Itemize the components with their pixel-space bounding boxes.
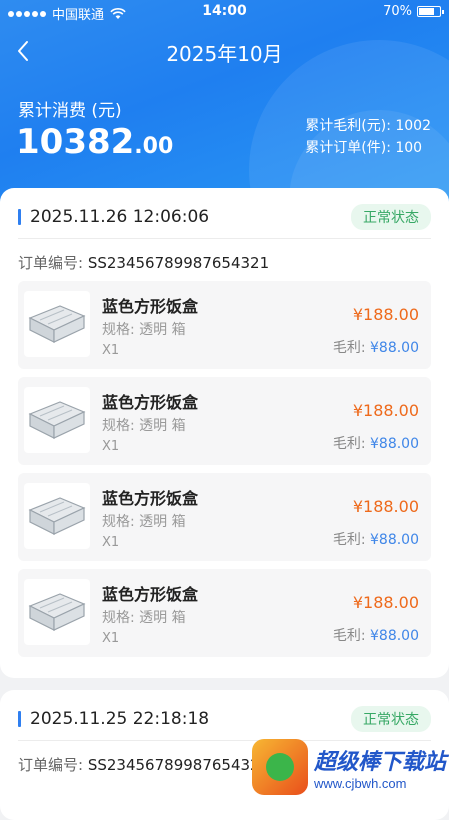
product-item[interactable]: 蓝色方形饭盒 规格: 透明 箱 X1 ¥188.00 毛利: ¥88.00 (18, 281, 431, 369)
watermark-logo: 超级棒下载站 www.cjbwh.com (248, 734, 449, 800)
order-number: 订单编号: SS23456789987654321 (18, 754, 269, 775)
gross-profit-value: 1002 (395, 118, 431, 134)
product-profit: 毛利: ¥88.00 (333, 433, 419, 453)
gross-profit-label: 累计毛利(元): (305, 118, 391, 134)
product-price: ¥188.00 (352, 401, 419, 420)
total-spend-amount: 10382.00 (16, 122, 173, 162)
accent-bar (18, 209, 21, 225)
product-spec: 规格: 透明 箱 (102, 322, 186, 338)
product-price: ¥188.00 (352, 305, 419, 324)
product-image (24, 291, 90, 357)
product-name: 蓝色方形饭盒 (102, 393, 199, 412)
lunch-box-icon (28, 593, 86, 631)
product-spec: 规格: 透明 箱 (102, 514, 186, 530)
product-quantity: X1 (102, 439, 120, 454)
product-name: 蓝色方形饭盒 (102, 489, 199, 508)
product-item[interactable]: 蓝色方形饭盒 规格: 透明 箱 X1 ¥188.00 毛利: ¥88.00 (18, 569, 431, 657)
lunch-box-icon (28, 305, 86, 343)
product-image (24, 483, 90, 549)
order-header: 2025.11.26 12:06:06 正常状态 (18, 202, 431, 232)
profit-label: 毛利: (332, 436, 366, 452)
product-profit: 毛利: ¥88.00 (333, 529, 419, 549)
order-card[interactable]: 2025.11.26 12:06:06 正常状态 订单编号: SS2345678… (0, 188, 449, 678)
profit-value: ¥88.00 (370, 628, 419, 644)
accent-bar (18, 711, 21, 727)
profit-label: 毛利: (332, 532, 366, 548)
battery-percent: 70% (383, 4, 412, 19)
product-quantity: X1 (102, 343, 120, 358)
lunch-box-icon (28, 497, 86, 535)
status-badge: 正常状态 (351, 204, 431, 230)
product-profit: 毛利: ¥88.00 (333, 625, 419, 645)
total-spend-label: 累计消费 (元) (18, 101, 122, 121)
orders-count-label: 累计订单(件): (305, 140, 391, 156)
total-spend-decimal: .00 (134, 134, 174, 159)
profit-value: ¥88.00 (370, 436, 419, 452)
nav-bar: 2025年10月 (0, 30, 449, 74)
watermark-url: www.cjbwh.com (314, 775, 407, 791)
product-item[interactable]: 蓝色方形饭盒 规格: 透明 箱 X1 ¥188.00 毛利: ¥88.00 (18, 473, 431, 561)
product-profit: 毛利: ¥88.00 (333, 337, 419, 357)
orders-count-row: 累计订单(件): 100 (305, 137, 431, 159)
download-site-icon (252, 739, 308, 795)
product-price: ¥188.00 (352, 593, 419, 612)
order-number-label: 订单编号: (18, 254, 84, 272)
summary-stats: 累计毛利(元): 1002 累计订单(件): 100 (305, 115, 431, 159)
status-bar: 中国联通 14:00 70% (0, 0, 449, 24)
order-number-value: SS23456789987654321 (87, 756, 270, 774)
orders-count-value: 100 (395, 140, 423, 156)
order-number-label: 订单编号: (18, 756, 84, 774)
profit-value: ¥88.00 (370, 532, 419, 548)
divider (18, 238, 431, 239)
product-name: 蓝色方形饭盒 (102, 297, 199, 316)
status-badge: 正常状态 (351, 706, 431, 732)
order-header: 2025.11.25 22:18:18 正常状态 (18, 704, 431, 734)
gross-profit-row: 累计毛利(元): 1002 (305, 115, 431, 137)
watermark-name: 超级棒下载站 (314, 749, 447, 775)
profit-value: ¥88.00 (370, 340, 419, 356)
order-number-value: SS23456789987654321 (87, 254, 270, 272)
watermark-text: 超级棒下载站 www.cjbwh.com (314, 744, 446, 791)
product-item[interactable]: 蓝色方形饭盒 规格: 透明 箱 X1 ¥188.00 毛利: ¥88.00 (18, 377, 431, 465)
profit-label: 毛利: (332, 628, 366, 644)
lunch-box-icon (28, 401, 86, 439)
clock: 14:00 (202, 3, 247, 19)
product-spec: 规格: 透明 箱 (102, 610, 186, 626)
product-spec: 规格: 透明 箱 (102, 418, 186, 434)
product-name: 蓝色方形饭盒 (102, 585, 199, 604)
order-datetime: 2025.11.26 12:06:06 (30, 207, 210, 227)
page-title: 2025年10月 (166, 42, 283, 66)
product-image (24, 579, 90, 645)
profit-label: 毛利: (332, 340, 366, 356)
order-datetime: 2025.11.25 22:18:18 (30, 709, 210, 729)
product-image (24, 387, 90, 453)
total-spend-integer: 10382 (16, 122, 135, 162)
battery-icon (417, 6, 444, 17)
product-quantity: X1 (102, 631, 120, 646)
product-price: ¥188.00 (352, 497, 419, 516)
order-number: 订单编号: SS23456789987654321 (18, 252, 269, 273)
product-quantity: X1 (102, 535, 120, 550)
